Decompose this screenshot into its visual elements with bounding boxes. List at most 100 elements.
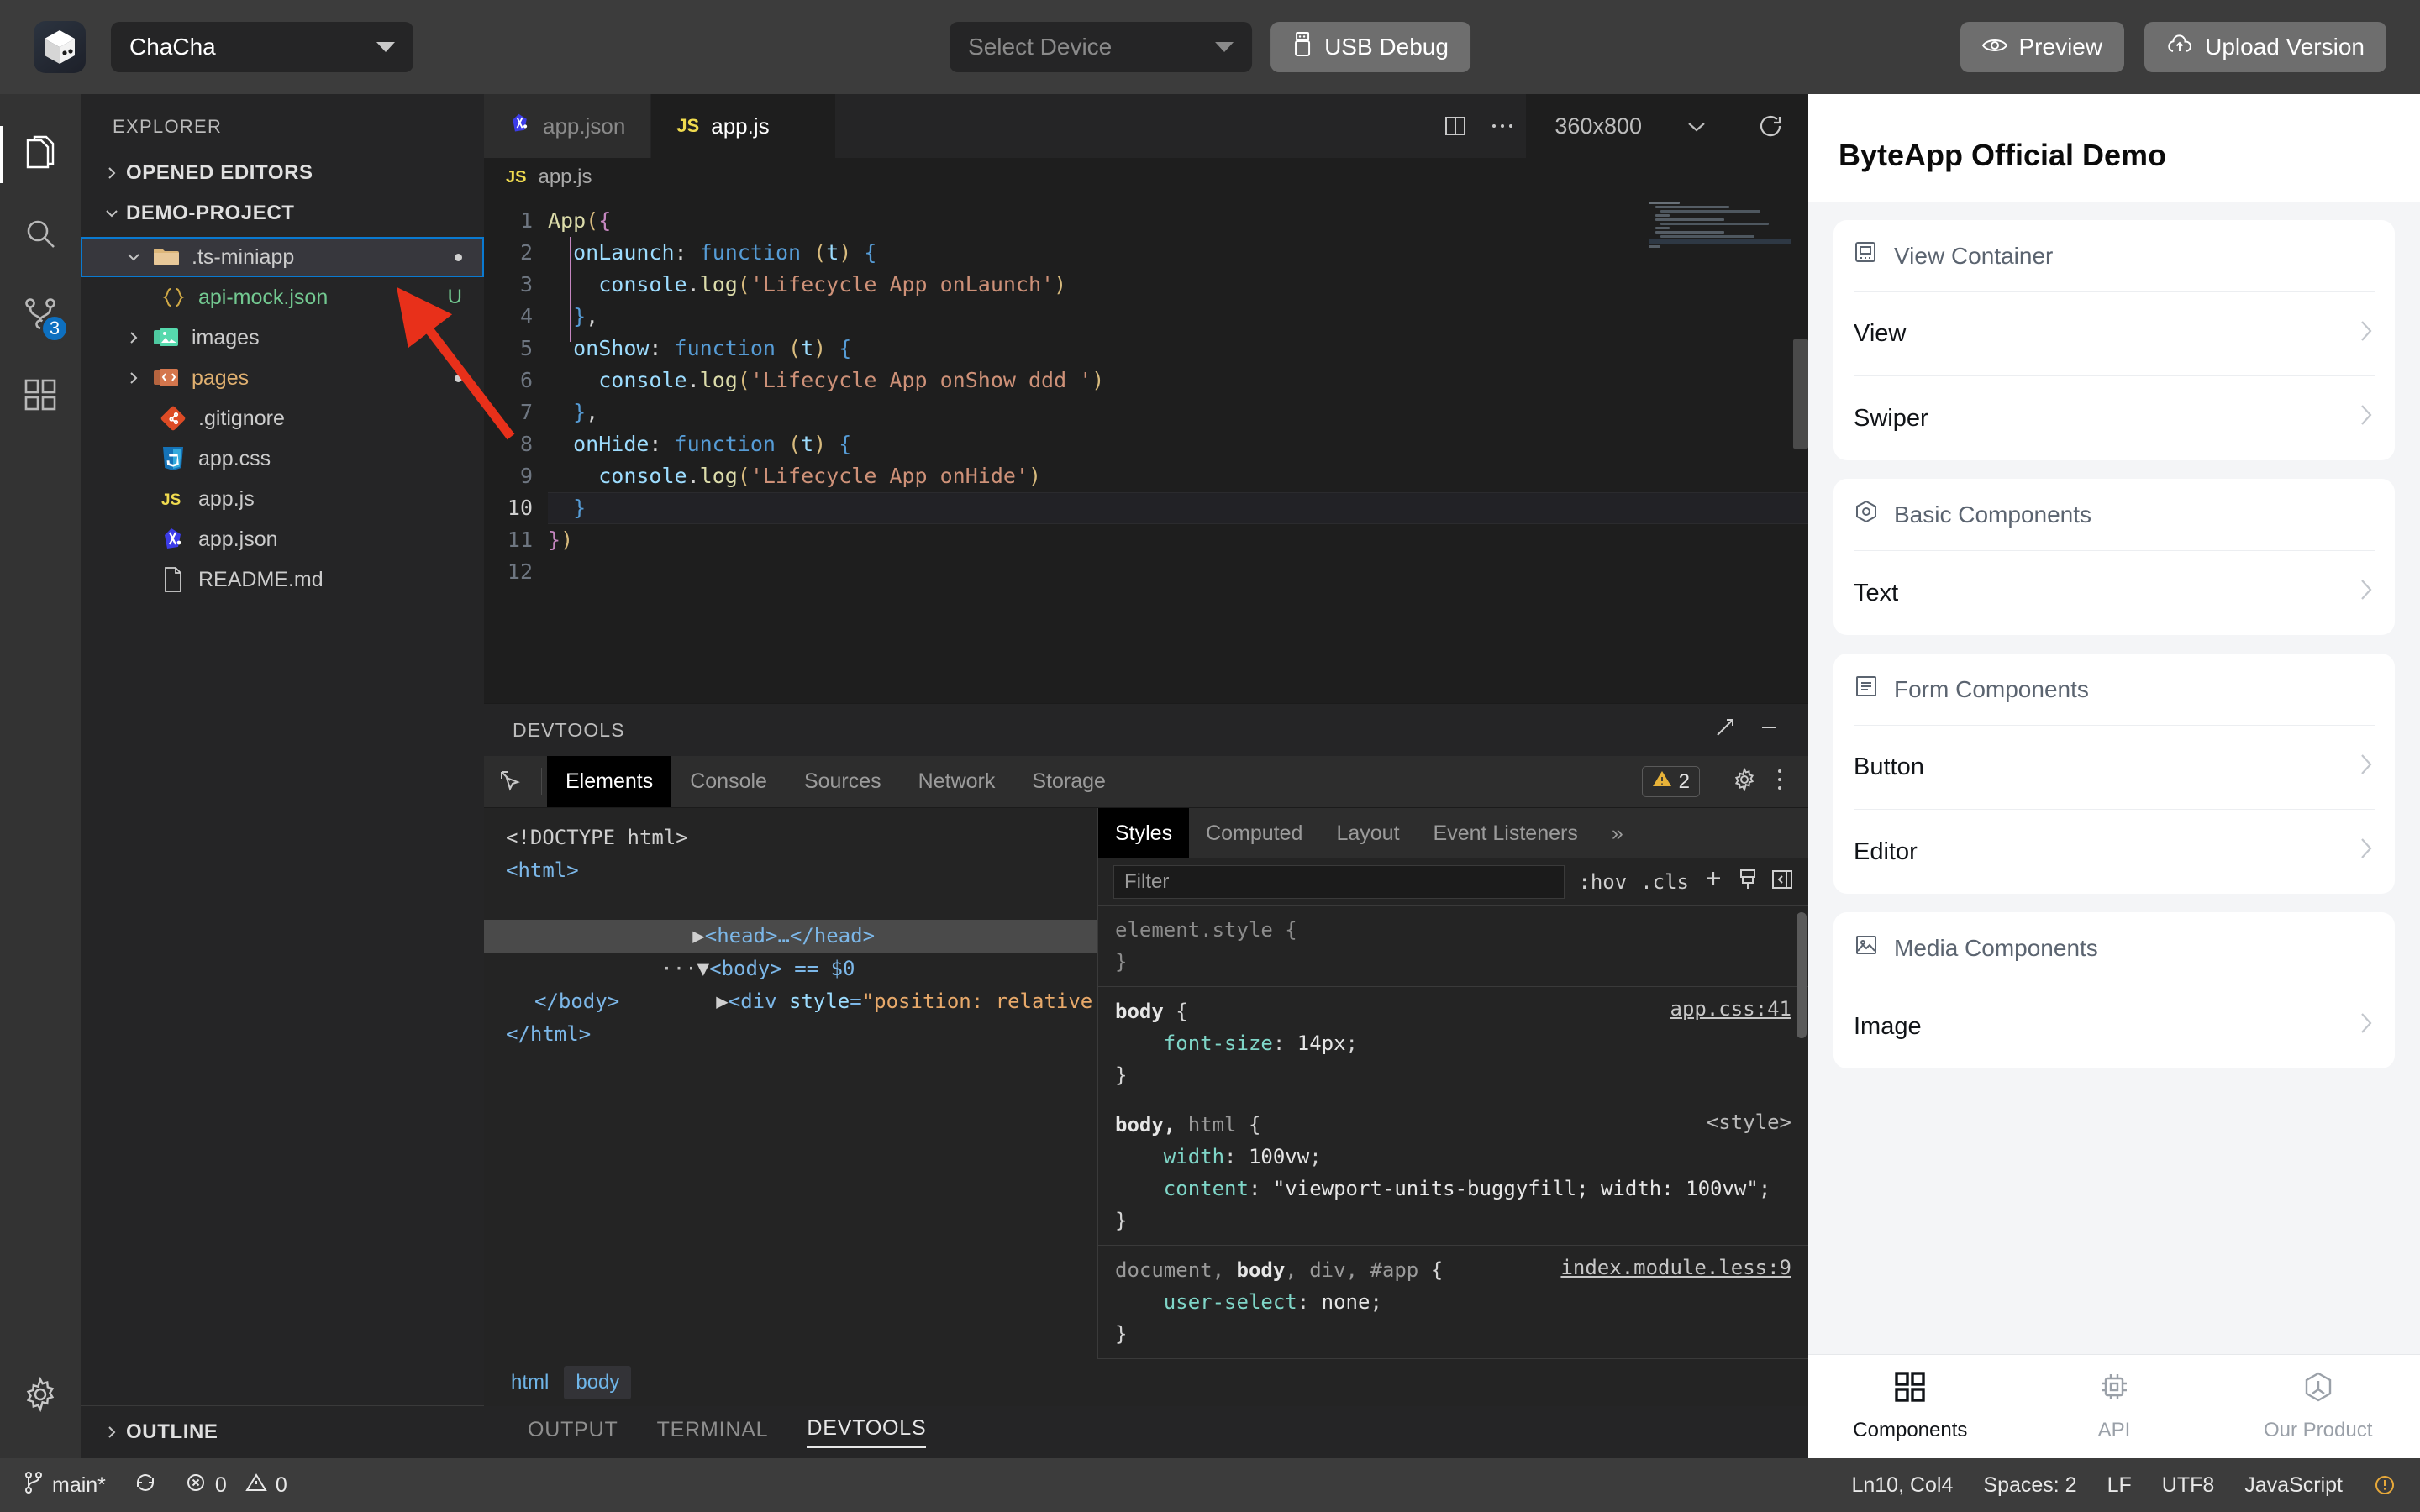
tree-item-api-mock-json[interactable]: api-mock.json U	[81, 277, 484, 318]
style-rule-body[interactable]: body { font-size: 14px; } app.css:41	[1098, 987, 1808, 1100]
styles-tab-computed[interactable]: Computed	[1189, 808, 1319, 858]
activity-item-search[interactable]	[0, 195, 81, 276]
styles-scrollbar[interactable]	[1797, 912, 1807, 1038]
dom-line-html-open[interactable]: <html>	[484, 854, 1097, 887]
preview-row-editor[interactable]: Editor	[1854, 810, 2375, 894]
tree-item-images[interactable]: images	[81, 318, 484, 358]
editor-scrollbar[interactable]	[1793, 339, 1808, 449]
preview-row-image[interactable]: Image	[1854, 984, 2375, 1068]
tree-item-app-css[interactable]: app.css	[81, 438, 484, 479]
toggle-sidebar-icon[interactable]	[1771, 869, 1793, 895]
style-rule-document-body[interactable]: document, body, div, #app { user-select:…	[1098, 1246, 1808, 1359]
tree-item-ts-miniapp[interactable]: .ts-miniapp	[81, 237, 484, 277]
editor-breadcrumb[interactable]: JS app.js	[484, 158, 1808, 197]
more-vertical-icon[interactable]	[1770, 768, 1790, 795]
rule-property[interactable]: font-size	[1164, 1032, 1273, 1055]
dom-line-doctype[interactable]: <!DOCTYPE html>	[484, 822, 1097, 854]
dom-line-head[interactable]: ▶<head>…</head>	[484, 887, 1097, 948]
styles-tab-layout[interactable]: Layout	[1319, 808, 1416, 858]
notification-icon[interactable]	[2373, 1473, 2396, 1497]
devtools-tab-network[interactable]: Network	[900, 756, 1014, 807]
triangle-right-icon[interactable]: ▶	[716, 990, 728, 1013]
rule-value[interactable]: 14px	[1297, 1032, 1346, 1055]
more-horizontal-icon[interactable]	[1479, 94, 1526, 158]
refresh-icon[interactable]	[1733, 94, 1808, 158]
styles-filter-input[interactable]: Filter	[1113, 864, 1565, 899]
status-indentation[interactable]: Spaces: 2	[1983, 1473, 2076, 1498]
split-editor-icon[interactable]	[1432, 94, 1479, 158]
dom-crumb-html[interactable]: html	[499, 1366, 560, 1399]
expand-icon[interactable]	[1714, 717, 1736, 743]
activity-item-settings[interactable]	[0, 1356, 81, 1436]
editor-tab-app-json[interactable]: app.json	[484, 94, 652, 158]
rule-property[interactable]: width	[1164, 1145, 1224, 1168]
code-editor[interactable]: 1 2 3 4 5 6 7 8 9 10 11 12 App({ onLaunc…	[484, 197, 1808, 703]
rule-value[interactable]: none	[1322, 1290, 1370, 1314]
styles-tab-event-listeners[interactable]: Event Listeners	[1417, 808, 1595, 858]
chevron-down-icon[interactable]	[119, 249, 148, 265]
chevron-right-icon[interactable]	[119, 330, 148, 345]
minimize-icon[interactable]	[1758, 717, 1780, 743]
chevron-right-icon[interactable]	[119, 370, 148, 386]
brush-icon[interactable]	[1738, 869, 1758, 895]
triangle-down-icon[interactable]: ▼	[697, 957, 709, 980]
rule-value[interactable]: "viewport-units-buggyfill; width: 100vw"	[1273, 1177, 1759, 1200]
rule-property[interactable]: user-select	[1164, 1290, 1297, 1314]
rule-source-link[interactable]: app.css:41	[1670, 997, 1792, 1021]
device-selector[interactable]: Select Device	[950, 22, 1253, 72]
preview-row-swiper[interactable]: Swiper	[1854, 376, 2375, 460]
preview-button[interactable]: Preview	[1960, 22, 2125, 72]
tree-item-app-js[interactable]: JS app.js	[81, 479, 484, 519]
devtools-tab-sources[interactable]: Sources	[786, 756, 900, 807]
panel-tab-output[interactable]: OUTPUT	[528, 1418, 618, 1447]
triangle-right-icon[interactable]: ▶	[692, 924, 704, 948]
devtools-tab-storage[interactable]: Storage	[1013, 756, 1124, 807]
add-rule-icon[interactable]	[1702, 869, 1724, 895]
activity-item-explorer[interactable]	[0, 114, 81, 195]
devtools-tab-console[interactable]: Console	[671, 756, 786, 807]
style-rule-body-html[interactable]: body, html { width: 100vw; content: "vie…	[1098, 1100, 1808, 1246]
editor-tab-app-js[interactable]: JS app.js	[651, 94, 837, 158]
inspect-element-icon[interactable]	[484, 756, 536, 807]
styles-tab-styles[interactable]: Styles	[1098, 808, 1190, 858]
device-size-selector[interactable]: 360x800	[1526, 94, 1733, 158]
explorer-section-outline[interactable]: OUTLINE	[81, 1405, 484, 1458]
activity-item-extensions[interactable]	[0, 356, 81, 437]
outline-header[interactable]: OUTLINE	[81, 1406, 484, 1458]
activity-item-source-control[interactable]: 3	[0, 276, 81, 356]
hov-toggle[interactable]: :hov	[1578, 870, 1627, 894]
preview-row-view[interactable]: View	[1854, 292, 2375, 376]
rule-property[interactable]: content	[1164, 1177, 1249, 1200]
rule-source-link[interactable]: index.module.less:9	[1560, 1256, 1791, 1279]
tree-item-app-json[interactable]: app.json	[81, 519, 484, 559]
preview-row-button[interactable]: Button	[1854, 726, 2375, 810]
gear-icon[interactable]	[1728, 767, 1761, 795]
preview-row-text[interactable]: Text	[1854, 551, 2375, 635]
tree-item-readme-md[interactable]: README.md	[81, 559, 484, 600]
styles-tab-overflow[interactable]: »	[1595, 808, 1640, 858]
cls-toggle[interactable]: .cls	[1640, 870, 1689, 894]
app-selector[interactable]: ChaCha	[111, 22, 413, 72]
dom-tree[interactable]: <!DOCTYPE html> <html> ▶<head>…</head> ·…	[484, 808, 1097, 1359]
dom-crumb-body[interactable]: body	[564, 1366, 632, 1399]
status-encoding[interactable]: UTF8	[2162, 1473, 2215, 1498]
devtools-tab-elements[interactable]: Elements	[547, 756, 672, 807]
tree-item-pages[interactable]: pages	[81, 358, 484, 398]
preview-tab-our-product[interactable]: Our Product	[2216, 1371, 2420, 1442]
warning-count-badge[interactable]: 2	[1641, 766, 1700, 797]
code-content[interactable]: App({ onLaunch: function (t) { console.l…	[548, 197, 1808, 703]
explorer-section-demo-project[interactable]: DEMO-PROJECT	[81, 193, 484, 234]
status-branch[interactable]: main*	[24, 1471, 106, 1500]
dom-line-html-close[interactable]: </html>	[484, 1018, 1097, 1051]
status-eol[interactable]: LF	[2107, 1473, 2132, 1498]
tree-item-gitignore[interactable]: .gitignore	[81, 398, 484, 438]
panel-tab-terminal[interactable]: TERMINAL	[657, 1418, 769, 1447]
status-problems[interactable]: 0 0	[185, 1472, 287, 1499]
rule-value[interactable]: 100vw	[1249, 1145, 1309, 1168]
style-rule-element-style[interactable]: element.style { }	[1098, 906, 1808, 987]
preview-content[interactable]: View Container View Swiper Basic Compone…	[1808, 202, 2420, 1354]
explorer-section-opened-editors[interactable]: OPENED EDITORS	[81, 153, 484, 193]
styles-rules-list[interactable]: element.style { } body { font-size: 14px…	[1098, 906, 1808, 1359]
usb-debug-button[interactable]: USB Debug	[1270, 22, 1470, 72]
status-language-mode[interactable]: JavaScript	[2244, 1473, 2343, 1498]
